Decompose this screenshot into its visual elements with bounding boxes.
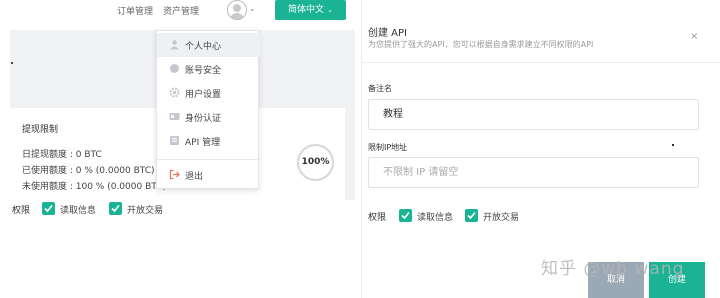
read-checkbox-label: 读取信息 [417,213,454,223]
menu-item-label: 账号安全 [185,66,222,76]
percent-gauge: 100% [297,144,334,181]
stray-dot [11,62,13,64]
modal-subtitle: 为您提供了强大的API，您可以根据自身需求建立不同权限的API [368,40,594,49]
note-input[interactable]: 教程 [368,99,699,130]
trade-checkbox[interactable] [109,202,122,215]
menu-item-identity[interactable]: 身份认证 [157,105,260,129]
modal-divider [362,62,720,63]
chevron-down-icon: ⌄ [327,6,333,14]
menu-divider [157,159,260,160]
language-label: 简体中文 [288,5,325,15]
watermark: 知乎 @wb wang [541,259,685,279]
logout-icon [169,169,180,180]
chevron-down-icon[interactable]: ⌄ [249,4,256,13]
unused-limit-text: 未使用额度 : 100 % (0.0000 BTC) [22,182,167,192]
avatar-body [230,13,244,19]
trade-checkbox[interactable] [465,209,478,222]
menu-item-logout[interactable]: 退出 [157,163,260,187]
close-icon[interactable]: × [690,31,698,42]
user-icon [170,40,179,50]
ip-label: 限制IP地址 [368,143,408,152]
nav-orders-link[interactable]: 订单管理 [117,4,153,17]
menu-item-api[interactable]: API 管理 [157,129,260,153]
avatar[interactable] [227,0,247,20]
read-checkbox-label: 读取信息 [60,206,97,216]
shield-icon [170,64,179,73]
trade-checkbox-label: 开放交易 [127,206,164,216]
menu-item-profile[interactable]: 个人中心 [157,33,260,57]
trade-checkbox-label: 开放交易 [483,213,520,223]
ip-input[interactable]: 不限制 IP 请留空 [368,157,699,188]
used-limit-text: 已使用额度 : 0 % (0.0000 BTC) [22,166,155,176]
user-menu: 个人中心 账号安全 用户设置 身份认证 API 管理 退出 [156,30,260,189]
modal-permissions-row: 权限 读取信息 开放交易 [368,209,668,223]
read-checkbox[interactable] [42,202,55,215]
api-icon [170,136,179,145]
top-nav: 订单管理 资产管理 ⌄ 简体中文 ⌄ [0,0,355,22]
menu-item-label: 用户设置 [185,90,222,100]
menu-item-security[interactable]: 账号安全 [157,57,260,81]
menu-item-label: 个人中心 [185,42,222,52]
check-icon [111,204,120,213]
daily-limit-text: 日提现额度 : 0 BTC [22,150,102,160]
limits-title: 提现限制 [22,125,59,135]
permissions-label: 权限 [368,213,387,223]
language-button[interactable]: 简体中文 ⌄ [275,0,346,20]
menu-item-label: 身份认证 [185,114,222,124]
nav-assets-link[interactable]: 资产管理 [163,4,199,17]
check-icon [467,211,476,220]
modal-title: 创建 API [368,28,407,39]
note-label: 备注名 [368,84,392,93]
stray-dot [672,144,674,146]
check-icon [401,211,410,220]
account-page: 订单管理 资产管理 ⌄ 简体中文 ⌄ 提现限制 日提现额度 : 0 BTC 已使用… [0,0,355,298]
menu-item-settings[interactable]: 用户设置 [157,81,260,105]
id-card-icon [169,113,180,120]
avatar-head [233,4,241,12]
check-icon [44,204,53,213]
gear-icon [169,87,180,98]
menu-item-label: 退出 [185,172,204,182]
permissions-label: 权限 [12,206,31,216]
read-checkbox[interactable] [399,209,412,222]
menu-item-label: API 管理 [185,138,221,148]
